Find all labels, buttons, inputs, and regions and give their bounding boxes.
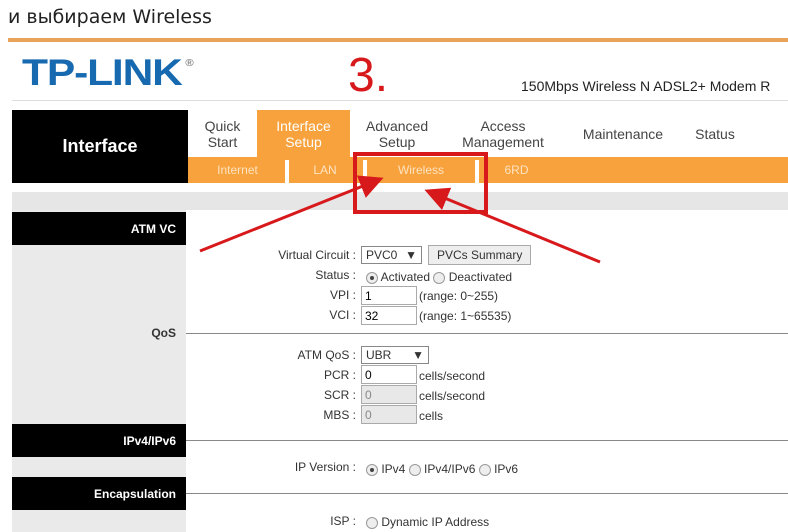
arrow-icon <box>424 187 601 264</box>
highlight-box <box>353 152 488 214</box>
arrow-icon <box>199 175 384 253</box>
annotation-overlay <box>199 152 601 264</box>
